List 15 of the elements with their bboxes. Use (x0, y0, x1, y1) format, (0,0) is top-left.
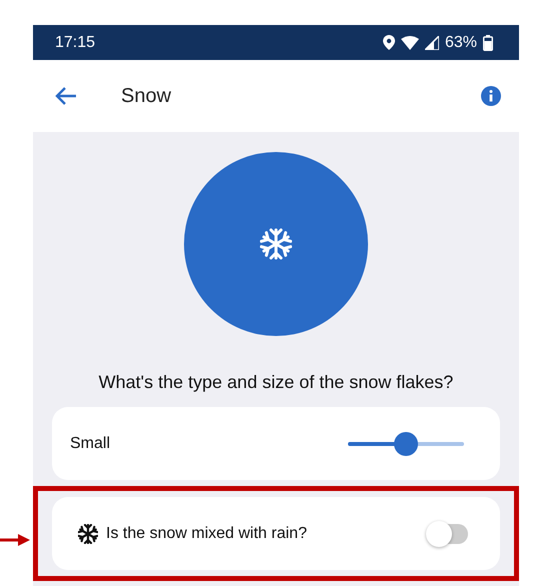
size-slider[interactable] (348, 432, 464, 456)
rain-label: Is the snow mixed with rain? (106, 524, 308, 542)
battery-icon (483, 34, 493, 50)
signal-icon (424, 36, 439, 50)
screen-title: Snow (121, 84, 172, 108)
info-icon[interactable] (481, 86, 501, 106)
wifi-icon (400, 36, 419, 50)
size-label: Small (70, 434, 112, 452)
battery-level: 63% (444, 34, 477, 52)
snowflake-icon (78, 524, 98, 544)
clock: 17:15 (55, 34, 96, 52)
snowflake-icon (260, 228, 292, 260)
question-text: What's the type and size of the snow flakes? (98, 372, 454, 393)
location-icon (382, 35, 395, 50)
back-button[interactable] (53, 85, 79, 107)
